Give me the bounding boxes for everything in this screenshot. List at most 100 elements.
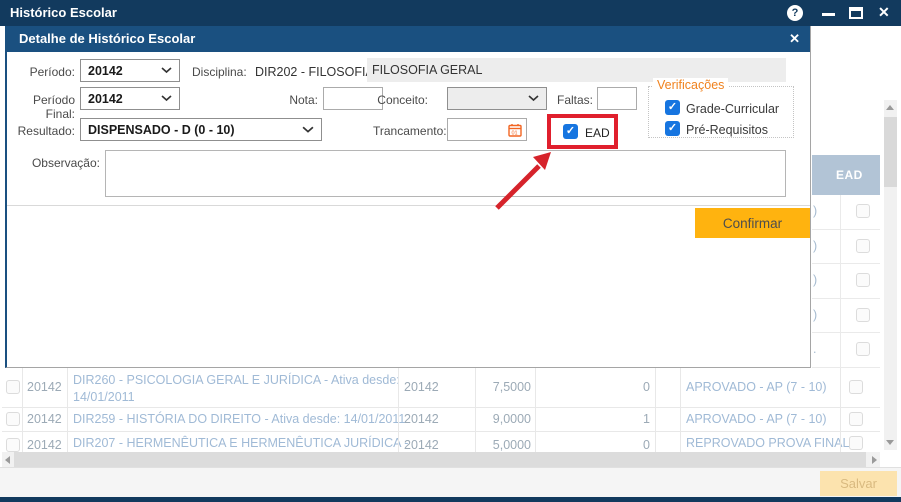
ead-checkbox[interactable] [856, 239, 870, 253]
cell-result: REPROVADO PROVA FINAL [686, 436, 849, 450]
cell-grade: 9,0000 [475, 412, 531, 426]
cell-period-final: 20142 [404, 438, 439, 452]
table-row: ) [812, 299, 880, 334]
column-divider [67, 368, 68, 452]
row-select-checkbox[interactable] [6, 380, 20, 394]
confirm-button[interactable]: Confirmar [695, 208, 810, 238]
column-divider [840, 368, 841, 452]
svg-text:01: 01 [512, 131, 518, 137]
periodo-final-label: Período Final: [7, 93, 75, 121]
faltas-input[interactable] [597, 87, 637, 110]
chevron-down-icon [302, 126, 314, 134]
table-row: ) [812, 264, 880, 299]
ead-checkbox[interactable]: ✓ [563, 124, 578, 139]
grade-curricular-label: Grade-Curricular [686, 102, 779, 116]
cell-discipline: DIR207 - HERMENÊUTICA E HERMENÊUTICA JUR… [73, 436, 403, 450]
ead-checkbox[interactable] [856, 204, 870, 218]
row-fragment: ) [813, 239, 817, 253]
chevron-down-icon [528, 95, 539, 102]
vertical-scrollbar[interactable] [884, 100, 897, 450]
window-bottom-edge [0, 497, 901, 502]
cell-absences: 1 [600, 412, 650, 426]
row-select-checkbox[interactable] [6, 412, 20, 426]
scroll-up-icon[interactable] [886, 105, 894, 110]
cell-result: APROVADO - AP (7 - 10) [686, 412, 827, 426]
horizontal-scrollbar[interactable] [2, 452, 880, 467]
cell-period: 20142 [27, 412, 62, 426]
periodo-select[interactable]: 20142 [80, 59, 180, 82]
history-table: 20142 DIR260 - PSICOLOGIA GERAL E JURÍDI… [0, 368, 880, 452]
chevron-down-icon [161, 67, 172, 74]
row-divider [2, 431, 880, 432]
section-divider [7, 205, 810, 206]
footer-bar: Salvar [0, 467, 901, 497]
row-fragment: . [813, 342, 816, 356]
partial-rows-strip: ) ) ) ) . [812, 195, 880, 368]
periodo-label: Período: [17, 65, 75, 79]
pre-requisitos-label: Pré-Requisitos [686, 123, 768, 137]
cell-period: 20142 [27, 438, 62, 452]
ead-label: EAD [585, 126, 610, 140]
row-divider [2, 407, 880, 408]
dialog-title: Detalhe de Histórico Escolar [19, 31, 195, 46]
trancamento-input[interactable]: 01 [447, 118, 527, 141]
scroll-left-icon[interactable] [5, 456, 10, 464]
table-header-ead: EAD [812, 155, 880, 195]
observacao-label: Observação: [30, 156, 100, 170]
restore-window-icon[interactable] [849, 7, 863, 19]
faltas-label: Faltas: [543, 93, 593, 107]
scroll-right-icon[interactable] [872, 456, 877, 464]
observacao-textarea[interactable] [105, 150, 786, 197]
ead-checkbox[interactable] [849, 380, 863, 394]
disciplina-label: Disciplina: [192, 65, 247, 79]
cell-absences: 0 [600, 438, 650, 452]
row-fragment: ) [813, 273, 817, 287]
conceito-select[interactable] [447, 87, 547, 110]
row-select-checkbox[interactable] [6, 438, 20, 452]
detail-dialog: Detalhe de Histórico Escolar ✕ Período: … [5, 26, 811, 368]
table-row: ) [812, 195, 880, 230]
trancamento-label: Trancamento: [373, 124, 443, 138]
vertical-scrollbar-thumb[interactable] [884, 117, 897, 187]
ead-checkbox[interactable] [856, 308, 870, 322]
pre-requisitos-checkbox[interactable]: ✓ [665, 121, 680, 136]
horizontal-scrollbar-thumb[interactable] [14, 452, 866, 467]
cell-result: APROVADO - AP (7 - 10) [686, 380, 827, 394]
cell-grade: 7,5000 [475, 380, 531, 394]
periodo-final-select[interactable]: 20142 [80, 87, 180, 110]
close-dialog-icon[interactable]: ✕ [789, 31, 800, 47]
save-button[interactable]: Salvar [820, 471, 897, 496]
column-divider [535, 368, 536, 452]
grade-curricular-checkbox[interactable]: ✓ [665, 100, 680, 115]
chevron-down-icon [161, 95, 172, 102]
cell-discipline: DIR260 - PSICOLOGIA GERAL E JURÍDICA - A… [73, 372, 403, 406]
minimize-icon[interactable] [822, 13, 835, 16]
calendar-icon[interactable]: 01 [507, 122, 523, 138]
cell-absences: 0 [600, 380, 650, 394]
scroll-down-icon[interactable] [886, 440, 894, 445]
dialog-title-bar: Detalhe de Histórico Escolar ✕ [7, 26, 810, 52]
ead-checkbox[interactable] [849, 412, 863, 426]
cell-period-final: 20142 [404, 380, 439, 394]
column-divider [475, 368, 476, 452]
cell-discipline: DIR259 - HISTÓRIA DO DIREITO - Ativa des… [73, 412, 403, 426]
row-fragment: ) [813, 308, 817, 322]
column-divider [840, 195, 841, 368]
row-fragment: ) [813, 204, 817, 218]
column-divider [680, 368, 681, 452]
resultado-select[interactable]: DISPENSADO - D (0 - 10) [80, 118, 322, 141]
ead-column-label: EAD [836, 168, 863, 182]
ead-checkbox[interactable] [856, 273, 870, 287]
column-divider [22, 368, 23, 452]
window-title-bar: Histórico Escolar ? ✕ [0, 0, 901, 26]
ead-checkbox[interactable] [849, 436, 863, 450]
ead-checkbox[interactable] [856, 342, 870, 356]
help-icon[interactable]: ? [787, 5, 803, 21]
table-row: . [812, 333, 880, 368]
cell-period: 20142 [27, 380, 62, 394]
nota-label: Nota: [258, 93, 318, 107]
periodo-final-value: 20142 [88, 92, 123, 106]
close-window-icon[interactable]: ✕ [878, 4, 890, 21]
table-row: ) [812, 230, 880, 265]
conceito-label: Conceito: [368, 93, 428, 107]
